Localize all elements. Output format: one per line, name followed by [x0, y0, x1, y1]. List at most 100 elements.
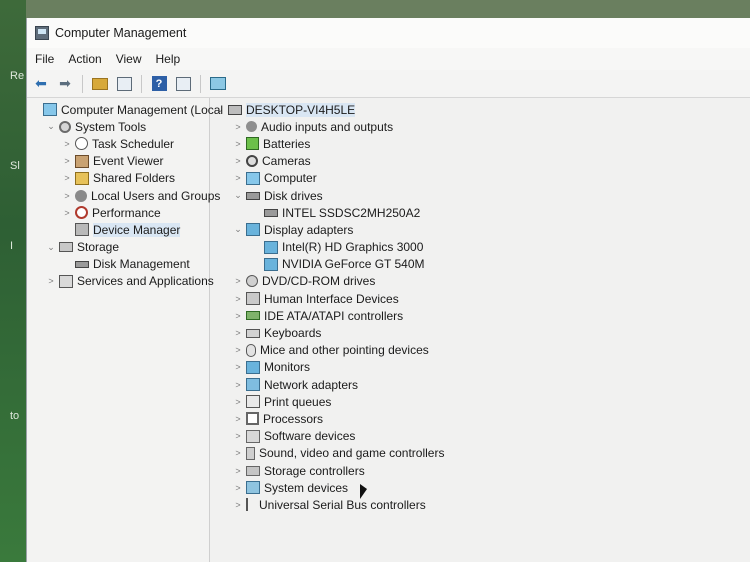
expand-chevron-icon[interactable]: > [61, 191, 73, 201]
tree-item-label: Keyboards [264, 326, 322, 341]
expand-chevron-icon[interactable]: > [232, 483, 244, 493]
tree-item-label: Batteries [263, 136, 311, 151]
tree-item[interactable]: > Print queues [210, 393, 750, 410]
tree-item[interactable]: ⌄ Disk drives [210, 187, 750, 204]
tree-item-label: Sound, video and game controllers [259, 446, 445, 461]
scan-hardware-icon[interactable] [208, 74, 228, 94]
tree-item-label: Mice and other pointing devices [260, 343, 429, 358]
tree-item-label: Display adapters [264, 222, 354, 237]
expand-chevron-icon[interactable]: > [232, 380, 244, 390]
desktop-glyph: I [10, 240, 14, 252]
tree-item[interactable]: > Computer [210, 170, 750, 187]
expand-chevron-icon[interactable]: > [232, 294, 244, 304]
show-hide-tree-icon[interactable] [114, 74, 134, 94]
dvd-icon [246, 275, 258, 288]
tree-item[interactable]: > Processors [210, 410, 750, 427]
expand-chevron-icon[interactable]: > [232, 397, 244, 407]
processor-icon [246, 412, 259, 426]
forward-arrow-icon[interactable]: ➡ [55, 74, 75, 94]
tree-item[interactable]: > Software devices [210, 428, 750, 445]
collapse-chevron-icon[interactable]: ⌄ [232, 190, 244, 201]
tree-item-label: Software devices [264, 429, 356, 444]
tree-item[interactable]: > Performance [27, 204, 209, 221]
tree-item[interactable]: > IDE ATA/ATAPI controllers [210, 307, 750, 324]
tree-item[interactable]: > Universal Serial Bus controllers [210, 496, 750, 513]
tree-item[interactable]: ⌄ System Tools [27, 118, 209, 135]
expand-chevron-icon[interactable]: > [232, 362, 244, 372]
collapse-chevron-icon[interactable]: ⌄ [45, 242, 57, 253]
tree-item[interactable]: > Event Viewer [27, 153, 209, 170]
tree-item[interactable]: > Storage controllers [210, 462, 750, 479]
host-icon [228, 104, 242, 115]
tree-item[interactable]: > Task Scheduler [27, 135, 209, 152]
computer-icon [246, 171, 260, 185]
tree-item[interactable]: ⌄ DESKTOP-VI4H5LE [210, 101, 750, 118]
expand-chevron-icon[interactable]: > [232, 311, 244, 321]
back-arrow-icon[interactable]: ⬅ [31, 74, 51, 94]
tree-item[interactable]: > Keyboards [210, 324, 750, 341]
expand-chevron-icon[interactable]: > [232, 448, 244, 458]
expand-chevron-icon[interactable]: > [61, 173, 73, 183]
tree-item[interactable]: > Mice and other pointing devices [210, 342, 750, 359]
expand-chevron-icon[interactable]: > [45, 276, 57, 286]
expand-chevron-icon[interactable]: > [232, 500, 244, 510]
expand-chevron-icon[interactable]: > [232, 431, 244, 441]
tree-item[interactable]: > Human Interface Devices [210, 290, 750, 307]
expand-chevron-icon[interactable]: > [232, 414, 244, 424]
expand-chevron-icon[interactable]: > [232, 122, 244, 132]
tree-item-label: Services and Applications [77, 274, 214, 289]
tree-item[interactable]: Disk Management [27, 256, 209, 273]
event-log-icon [75, 154, 89, 168]
device-tree-pane[interactable]: ⌄ DESKTOP-VI4H5LE > Audio inputs and output… [210, 98, 750, 562]
tree-item[interactable]: > Shared Folders [27, 170, 209, 187]
tree-item[interactable]: > DVD/CD-ROM drives [210, 273, 750, 290]
tree-item[interactable]: > Services and Applications [27, 273, 213, 290]
tree-item[interactable]: > Sound, video and game controllers [210, 445, 750, 462]
expand-chevron-icon[interactable]: > [232, 466, 244, 476]
tree-item[interactable]: > Cameras [210, 153, 750, 170]
tree-item[interactable]: > Batteries [210, 135, 750, 152]
tree-item[interactable]: > Audio inputs and outputs [210, 118, 750, 135]
expand-chevron-icon[interactable]: > [232, 173, 244, 183]
tree-item-label: DESKTOP-VI4H5LE [246, 102, 356, 117]
expand-chevron-icon[interactable]: > [61, 156, 73, 166]
help-icon[interactable]: ? [149, 74, 169, 94]
window-title: Computer Management [55, 26, 187, 40]
tree-item[interactable]: NVIDIA GeForce GT 540M [210, 256, 750, 273]
tree-item[interactable]: ⌄ Display adapters [210, 221, 750, 238]
expand-chevron-icon[interactable]: > [232, 139, 244, 149]
menu-help[interactable]: Help [156, 52, 181, 66]
collapse-chevron-icon[interactable]: ⌄ [45, 121, 57, 132]
expand-chevron-icon[interactable]: > [232, 276, 244, 286]
up-folder-icon[interactable] [90, 74, 110, 94]
tree-item-label: System devices [264, 480, 349, 495]
tools-icon [59, 120, 71, 133]
console-tree-pane[interactable]: Computer Management (Local ⌄ System Tools >… [27, 98, 223, 562]
display-adapter-icon [246, 223, 260, 237]
tree-item[interactable]: > Local Users and Groups [27, 187, 220, 204]
expand-chevron-icon[interactable]: > [61, 208, 73, 218]
tree-item[interactable]: > Monitors [210, 359, 750, 376]
tree-item[interactable]: Computer Management (Local [27, 101, 223, 118]
tree-item-label: Audio inputs and outputs [261, 119, 394, 134]
expand-chevron-icon[interactable]: > [232, 345, 244, 355]
menu-view[interactable]: View [116, 52, 142, 66]
collapse-chevron-icon[interactable]: ⌄ [232, 224, 244, 235]
tree-item[interactable]: ⌄ Storage [27, 239, 209, 256]
tree-item[interactable]: > System devices [210, 479, 750, 496]
expand-chevron-icon[interactable]: > [232, 156, 244, 166]
title-bar[interactable]: Computer Management [27, 18, 750, 48]
properties-icon[interactable] [173, 74, 193, 94]
tree-item-label: Processors [263, 411, 324, 426]
services-icon [59, 274, 73, 288]
tree-item[interactable]: Device Manager [27, 221, 209, 238]
tree-item-label: Human Interface Devices [264, 291, 399, 306]
tree-item-label: INTEL SSDSC2MH250A2 [282, 205, 421, 220]
menu-file[interactable]: File [35, 52, 54, 66]
menu-action[interactable]: Action [68, 52, 101, 66]
tree-item[interactable]: > Network adapters [210, 376, 750, 393]
expand-chevron-icon[interactable]: > [232, 328, 244, 338]
tree-item[interactable]: Intel(R) HD Graphics 3000 [210, 239, 750, 256]
tree-item[interactable]: INTEL SSDSC2MH250A2 [210, 204, 750, 221]
expand-chevron-icon[interactable]: > [61, 139, 73, 149]
